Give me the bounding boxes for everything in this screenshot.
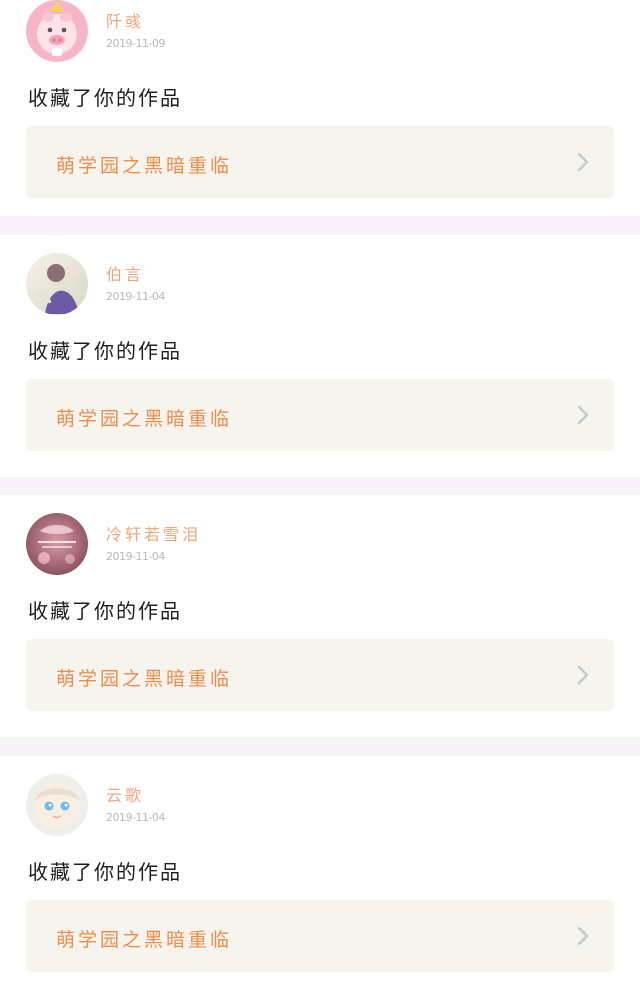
username[interactable]: 云歌 [106, 782, 144, 806]
anime-avatar-icon [26, 774, 88, 836]
notification-action-text: 收藏了你的作品 [28, 860, 182, 884]
notification-card: 伯言 2019-11-04 收藏了你的作品 萌学园之黑暗重临 [0, 235, 640, 477]
chevron-right-icon [576, 664, 590, 686]
notification-date: 2019-11-04 [106, 550, 165, 563]
section-separator [0, 216, 640, 235]
work-title: 萌学园之黑暗重临 [56, 408, 233, 430]
work-link-card[interactable]: 萌学园之黑暗重临 [26, 379, 614, 451]
pig-avatar-icon [26, 0, 88, 62]
decorative-avatar-icon [26, 513, 88, 575]
username[interactable]: 冷轩若雪泪 [106, 521, 201, 545]
chevron-right-icon [576, 925, 590, 947]
photo-avatar-icon [26, 253, 88, 315]
work-link-card[interactable]: 萌学园之黑暗重临 [26, 126, 614, 198]
work-link-card[interactable]: 萌学园之黑暗重临 [26, 900, 614, 972]
notification-action-text: 收藏了你的作品 [28, 86, 182, 110]
chevron-right-icon [576, 404, 590, 426]
username[interactable]: 伯言 [106, 261, 144, 285]
work-link-card[interactable]: 萌学园之黑暗重临 [26, 639, 614, 711]
user-avatar[interactable] [26, 253, 88, 315]
notification-date: 2019-11-04 [106, 290, 165, 303]
user-avatar[interactable] [26, 0, 88, 62]
notification-action-text: 收藏了你的作品 [28, 599, 182, 623]
notification-card: 云歌 2019-11-04 收藏了你的作品 萌学园之黑暗重临 [0, 756, 640, 989]
notification-date: 2019-11-04 [106, 811, 165, 824]
user-avatar[interactable] [26, 513, 88, 575]
chevron-right-icon [576, 151, 590, 173]
section-separator [0, 477, 640, 495]
notification-date: 2019-11-09 [106, 37, 165, 50]
notification-feed: 阡彧 2019-11-09 收藏了你的作品 萌学园之黑暗重临 伯言 2019-1… [0, 0, 640, 989]
notification-card: 阡彧 2019-11-09 收藏了你的作品 萌学园之黑暗重临 [0, 0, 640, 216]
username[interactable]: 阡彧 [106, 8, 144, 32]
work-title: 萌学园之黑暗重临 [56, 668, 233, 690]
notification-card: 冷轩若雪泪 2019-11-04 收藏了你的作品 萌学园之黑暗重临 [0, 495, 640, 737]
user-avatar[interactable] [26, 774, 88, 836]
section-separator [0, 737, 640, 756]
notification-action-text: 收藏了你的作品 [28, 339, 182, 363]
work-title: 萌学园之黑暗重临 [56, 929, 233, 951]
work-title: 萌学园之黑暗重临 [56, 155, 233, 177]
